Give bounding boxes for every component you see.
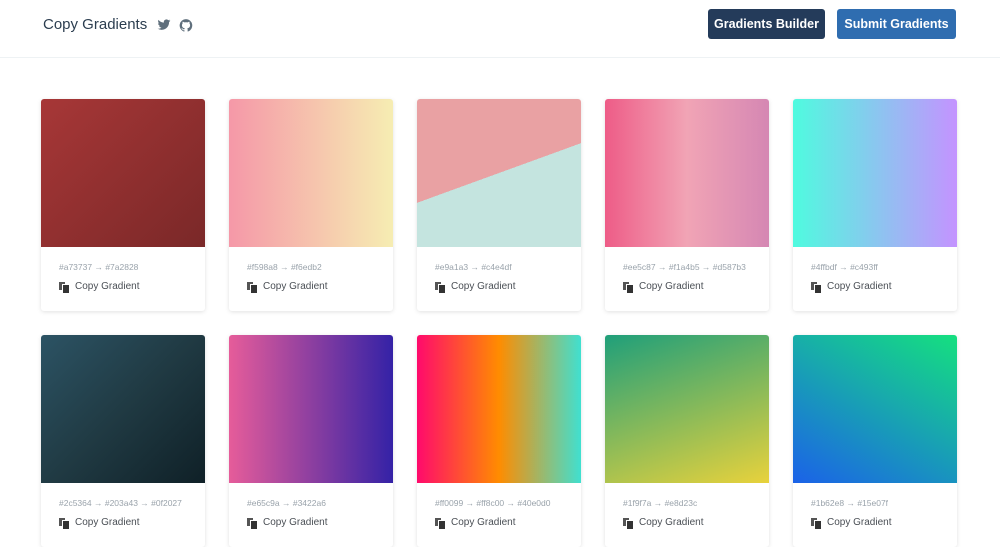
copy-gradient-label: Copy Gradient: [827, 281, 892, 292]
gradient-swatch[interactable]: [41, 99, 205, 247]
gradients-builder-button[interactable]: Gradients Builder: [708, 9, 825, 39]
submit-gradients-button[interactable]: Submit Gradients: [837, 9, 956, 39]
gradient-swatch[interactable]: [605, 335, 769, 483]
gradient-card: #e9a1a3 → #c4e4df Copy Gradient: [417, 99, 581, 311]
copy-icon: [811, 281, 822, 294]
gradient-swatch[interactable]: [229, 335, 393, 483]
copy-gradient-button[interactable]: Copy Gradient: [623, 517, 769, 530]
copy-gradient-button[interactable]: Copy Gradient: [811, 517, 957, 530]
twitter-icon[interactable]: [157, 18, 171, 32]
gradient-card: #ff0099 → #ff8c00 → #40e0d0 Copy Gradien…: [417, 335, 581, 547]
gradient-codes: #ee5c87 → #f1a4b5 → #d587b3: [623, 262, 746, 272]
copy-icon: [247, 281, 258, 294]
copy-gradient-label: Copy Gradient: [75, 517, 140, 528]
gradient-card: #ee5c87 → #f1a4b5 → #d587b3 Copy Gradien…: [605, 99, 769, 311]
gradient-swatch[interactable]: [605, 99, 769, 247]
copy-gradient-label: Copy Gradient: [451, 517, 516, 528]
copy-gradient-button[interactable]: Copy Gradient: [247, 517, 393, 530]
copy-icon: [623, 281, 634, 294]
gradient-card: #2c5364 → #203a43 → #0f2027 Copy Gradien…: [41, 335, 205, 547]
gradient-swatch[interactable]: [793, 99, 957, 247]
copy-gradient-button[interactable]: Copy Gradient: [59, 517, 205, 530]
copy-gradient-label: Copy Gradient: [451, 281, 516, 292]
gradient-card: #f598a8 → #f6edb2 Copy Gradient: [229, 99, 393, 311]
gradient-card: #e65c9a → #3422a6 Copy Gradient: [229, 335, 393, 547]
gradient-codes: #a73737 → #7a2828: [59, 262, 139, 272]
top-nav: Copy Gradients Gradients Builder Submit …: [0, 0, 1000, 58]
gradient-card: #a73737 → #7a2828 Copy Gradient: [41, 99, 205, 311]
gradient-codes: #f598a8 → #f6edb2: [247, 262, 322, 272]
copy-icon: [59, 517, 70, 530]
gradient-swatch[interactable]: [417, 99, 581, 247]
github-icon[interactable]: [179, 18, 193, 32]
copy-gradient-button[interactable]: Copy Gradient: [811, 281, 957, 294]
copy-gradient-button[interactable]: Copy Gradient: [435, 281, 581, 294]
copy-gradient-label: Copy Gradient: [263, 517, 328, 528]
gradient-swatch[interactable]: [793, 335, 957, 483]
gradient-grid: #a73737 → #7a2828 Copy Gradient #f598a8 …: [41, 99, 957, 547]
gradient-codes: #e9a1a3 → #c4e4df: [435, 262, 512, 272]
copy-gradient-button[interactable]: Copy Gradient: [247, 281, 393, 294]
copy-icon: [811, 517, 822, 530]
site-title[interactable]: Copy Gradients: [43, 16, 147, 33]
copy-gradient-label: Copy Gradient: [639, 281, 704, 292]
brand: Copy Gradients: [43, 16, 193, 33]
copy-icon: [623, 517, 634, 530]
gradient-swatch[interactable]: [41, 335, 205, 483]
copy-icon: [247, 517, 258, 530]
copy-gradient-label: Copy Gradient: [827, 517, 892, 528]
copy-gradient-button[interactable]: Copy Gradient: [435, 517, 581, 530]
gradient-swatch[interactable]: [229, 99, 393, 247]
copy-gradient-label: Copy Gradient: [639, 517, 704, 528]
gradient-swatch[interactable]: [417, 335, 581, 483]
copy-icon: [59, 281, 70, 294]
copy-gradient-label: Copy Gradient: [263, 281, 328, 292]
copy-gradient-button[interactable]: Copy Gradient: [623, 281, 769, 294]
gradient-card: #1f9f7a → #e8d23c Copy Gradient: [605, 335, 769, 547]
copy-gradient-label: Copy Gradient: [75, 281, 140, 292]
gradient-card: #4ffbdf → #c493ff Copy Gradient: [793, 99, 957, 311]
copy-icon: [435, 517, 446, 530]
copy-icon: [435, 281, 446, 294]
gradient-card: #1b62e8 → #15e07f Copy Gradient: [793, 335, 957, 547]
copy-gradient-button[interactable]: Copy Gradient: [59, 281, 205, 294]
gradient-codes: #4ffbdf → #c493ff: [811, 262, 878, 272]
